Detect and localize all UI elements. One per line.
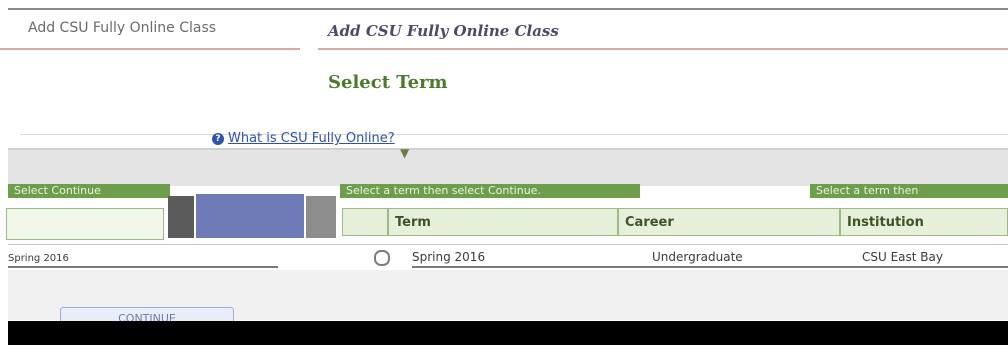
- breadcrumb-rule: [0, 48, 300, 50]
- select-column-header: [342, 208, 388, 236]
- row-divider: [8, 244, 1008, 245]
- career-column-header: Career: [618, 208, 840, 236]
- page-title: Add CSU Fully Online Class: [328, 22, 559, 40]
- separator-block-2: [306, 196, 336, 238]
- section-subtitle: Select Term: [328, 72, 448, 93]
- career-cell: Undergraduate: [652, 250, 743, 264]
- term-column-header: Term: [388, 208, 618, 236]
- scroll-region[interactable]: [196, 194, 304, 238]
- section-tab-middle: Select a term then select Continue.: [340, 184, 640, 198]
- left-row-underline: [8, 266, 278, 268]
- band-rule: [8, 148, 1008, 150]
- section-band: [8, 148, 1008, 186]
- breadcrumb[interactable]: Add CSU Fully Online Class: [28, 20, 216, 36]
- top-rule: [8, 8, 1008, 10]
- section-tab-right: Select a term then: [810, 184, 1008, 198]
- help-divider: [20, 134, 1008, 135]
- left-panel-field: [6, 208, 164, 240]
- help-link[interactable]: What is CSU Fully Online?: [228, 131, 395, 146]
- heading-rule: [318, 48, 1008, 50]
- footer-bar: [8, 321, 1008, 345]
- chevron-down-icon[interactable]: ▼: [400, 146, 409, 160]
- help-icon: ?: [212, 133, 224, 145]
- institution-column-header: Institution: [840, 208, 1008, 236]
- row-underline: [412, 266, 1008, 268]
- left-row-text: Spring 2016: [8, 253, 69, 264]
- separator-block: [168, 196, 194, 238]
- institution-cell: CSU East Bay: [862, 250, 943, 264]
- term-radio[interactable]: [374, 250, 390, 266]
- term-cell: Spring 2016: [412, 250, 486, 264]
- section-tab-left: Select Continue: [8, 184, 170, 198]
